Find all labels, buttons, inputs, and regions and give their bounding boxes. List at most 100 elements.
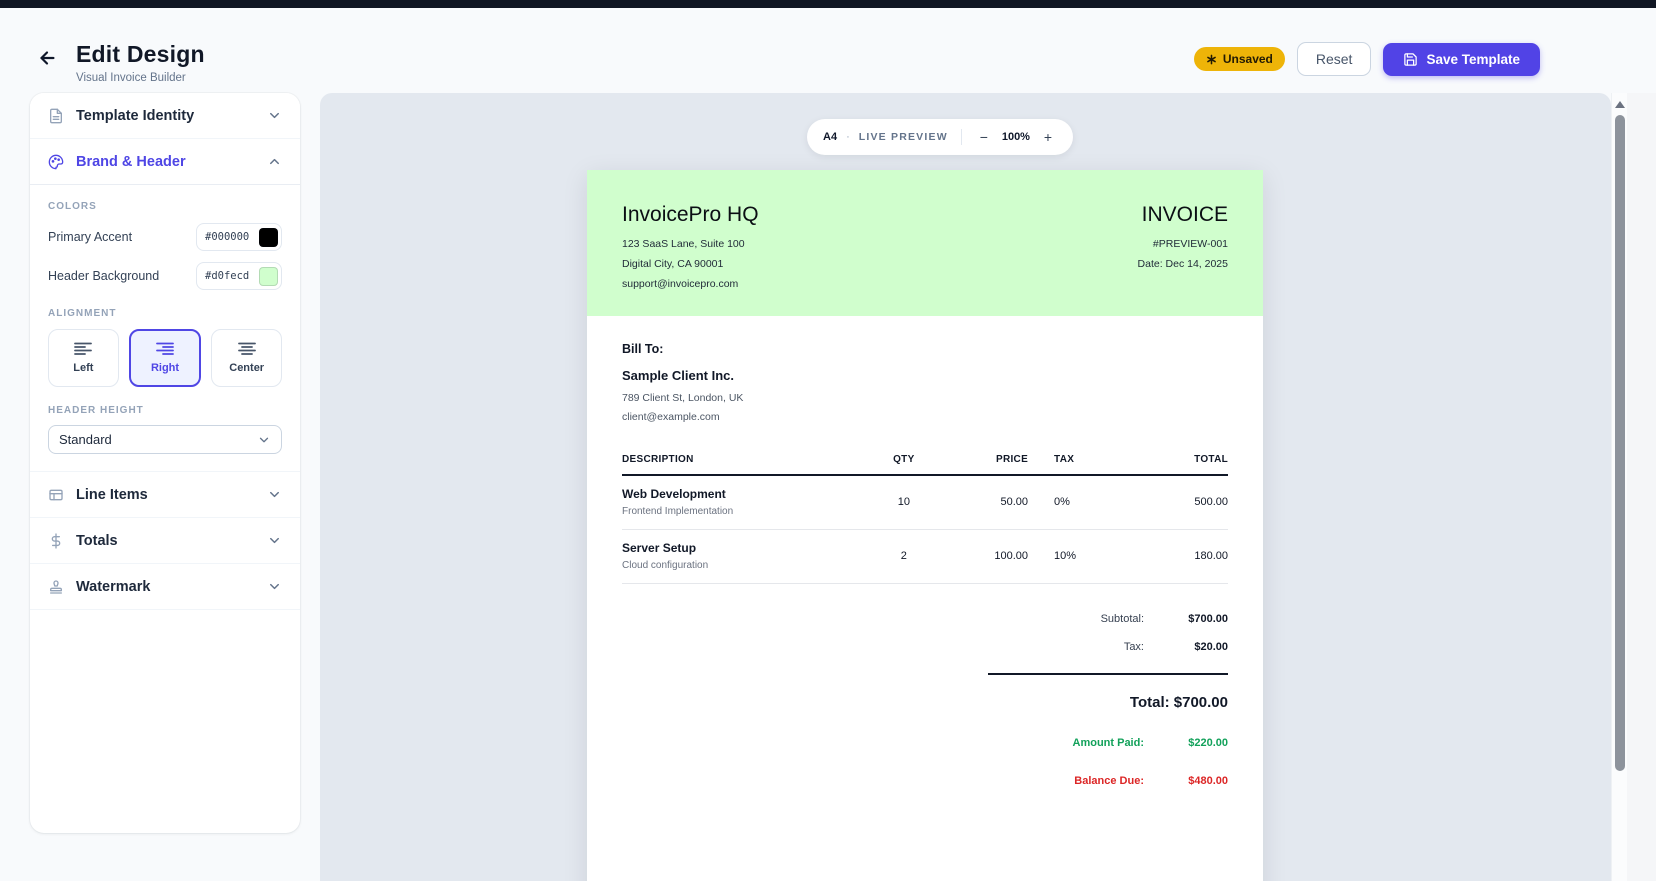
align-center-icon (237, 342, 256, 355)
header-background-row: Header Background (48, 262, 282, 290)
panel-label: Brand & Header (76, 153, 186, 170)
invoice-paper: InvoicePro HQ 123 SaaS Lane, Suite 100 D… (587, 170, 1263, 881)
item-detail: Cloud configuration (622, 560, 709, 571)
unsaved-badge-label: Unsaved (1222, 52, 1273, 66)
client-email: client@example.com (622, 411, 720, 423)
back-button[interactable] (36, 46, 60, 70)
align-left-button[interactable]: Left (48, 329, 119, 387)
table-row: Server Setup Cloud configuration 2 100.0… (622, 529, 1228, 584)
app-header: Edit Design Visual Invoice Builder Unsav… (0, 8, 1656, 93)
item-price: 100.00 (937, 529, 1029, 584)
preview-toolbar: A4 · LIVE PREVIEW − 100% + (807, 119, 1073, 155)
chevron-up-icon (267, 154, 282, 169)
balance-due-value: $480.00 (1188, 775, 1228, 787)
primary-accent-hex-box (196, 223, 282, 251)
item-description: Web Development (622, 487, 726, 501)
arrow-left-icon (40, 51, 55, 65)
scrollbar-up-arrow-icon[interactable] (1615, 101, 1625, 108)
totals-divider (988, 673, 1228, 675)
save-template-button[interactable]: Save Template (1383, 42, 1540, 76)
alignment-options: Left Right Center (48, 329, 283, 387)
page-subtitle: Visual Invoice Builder (76, 72, 186, 84)
panel-line-items[interactable]: Line Items (30, 472, 300, 518)
header-height-select[interactable]: Standard (48, 425, 282, 454)
item-description: Server Setup (622, 541, 697, 555)
item-tax: 10% (1028, 529, 1107, 584)
align-center-label: Center (229, 362, 265, 374)
live-preview-label: LIVE PREVIEW (858, 131, 948, 143)
zoom-level: 100% (1001, 131, 1030, 143)
align-left-icon (74, 342, 93, 355)
align-center-button[interactable]: Center (211, 329, 283, 387)
save-template-label: Save Template (1426, 51, 1520, 67)
chevron-down-icon (267, 579, 282, 594)
header-background-swatch[interactable] (259, 266, 278, 286)
live-preview-canvas: A4 · LIVE PREVIEW − 100% + InvoicePro HQ… (320, 93, 1611, 881)
align-left-label: Left (73, 362, 94, 374)
document-icon (48, 108, 64, 124)
dollar-icon (48, 532, 64, 549)
amount-paid-label: Amount Paid: (1072, 737, 1145, 749)
panel-brand-header[interactable]: Brand & Header (30, 139, 300, 185)
company-name: InvoicePro HQ (622, 203, 759, 226)
align-right-button[interactable]: Right (128, 329, 202, 387)
chevron-down-icon (267, 533, 282, 548)
balance-due-label: Balance Due: (1074, 775, 1144, 787)
header-background-input[interactable] (205, 270, 253, 282)
invoice-header: InvoicePro HQ 123 SaaS Lane, Suite 100 D… (587, 170, 1263, 316)
table-icon (48, 487, 64, 503)
col-header-tax: TAX (1028, 454, 1107, 476)
zoom-in-button[interactable]: + (1039, 128, 1057, 146)
zoom-out-button[interactable]: − (975, 128, 993, 146)
toolbar-divider (960, 129, 962, 145)
line-items-table: DESCRIPTION QTY PRICE TAX TOTAL Web Deve… (622, 454, 1228, 584)
panel-watermark[interactable]: Watermark (30, 564, 300, 610)
panel-label: Line Items (76, 486, 148, 503)
align-right-icon (156, 342, 174, 355)
design-sidebar: Template Identity Brand & Header COLORS … (30, 93, 300, 833)
unsaved-badge: Unsaved (1193, 47, 1285, 71)
right-gutter (1627, 93, 1656, 881)
item-total: 500.00 (1106, 475, 1228, 530)
table-row: Web Development Frontend Implementation … (622, 475, 1228, 530)
invoice-number: #PREVIEW-001 (1152, 238, 1228, 250)
company-email: support@invoicepro.com (622, 278, 739, 291)
client-address: 789 Client St, London, UK (622, 392, 744, 404)
amount-paid-value: $220.00 (1188, 737, 1228, 749)
stamp-icon (48, 579, 64, 595)
save-icon (1404, 52, 1418, 66)
tax-value: $20.00 (1194, 641, 1228, 653)
subtotal-value: $700.00 (1188, 613, 1228, 625)
palette-icon (48, 154, 64, 170)
panel-label: Watermark (76, 578, 151, 595)
bill-to-label: Bill To: (622, 342, 664, 356)
col-header-description: DESCRIPTION (622, 454, 871, 476)
reset-button[interactable]: Reset (1296, 42, 1372, 76)
header-height-group-label: HEADER HEIGHT (48, 405, 144, 416)
chevron-down-icon (267, 487, 282, 502)
item-tax: 0% (1028, 475, 1107, 530)
grand-total: Total: $700.00 (1129, 694, 1228, 711)
scrollbar-thumb[interactable] (1615, 115, 1625, 771)
invoice-title: INVOICE (1141, 203, 1228, 226)
client-name: Sample Client Inc. (622, 368, 734, 383)
primary-accent-row: Primary Accent (48, 223, 282, 251)
colors-group-label: COLORS (48, 201, 97, 212)
brand-header-panel-body: COLORS Primary Accent Header Background … (30, 185, 300, 472)
col-header-price: PRICE (937, 454, 1029, 476)
item-qty: 10 (870, 475, 938, 530)
preview-scrollbar[interactable] (1611, 93, 1627, 881)
primary-accent-swatch[interactable] (259, 227, 278, 247)
panel-label: Totals (76, 532, 118, 549)
primary-accent-input[interactable] (205, 231, 253, 243)
header-height-value: Standard (59, 432, 112, 447)
asterisk-icon (1206, 54, 1216, 64)
item-price: 50.00 (937, 475, 1029, 530)
totals-summary: Subtotal: $700.00 Tax: $20.00 Total: $70… (988, 613, 1228, 787)
primary-accent-label: Primary Accent (48, 230, 133, 244)
col-header-total: TOTAL (1106, 454, 1228, 476)
panel-template-identity[interactable]: Template Identity (30, 93, 300, 139)
panel-totals[interactable]: Totals (30, 518, 300, 564)
col-header-qty: QTY (870, 454, 938, 476)
company-address1: 123 SaaS Lane, Suite 100 (622, 238, 745, 250)
